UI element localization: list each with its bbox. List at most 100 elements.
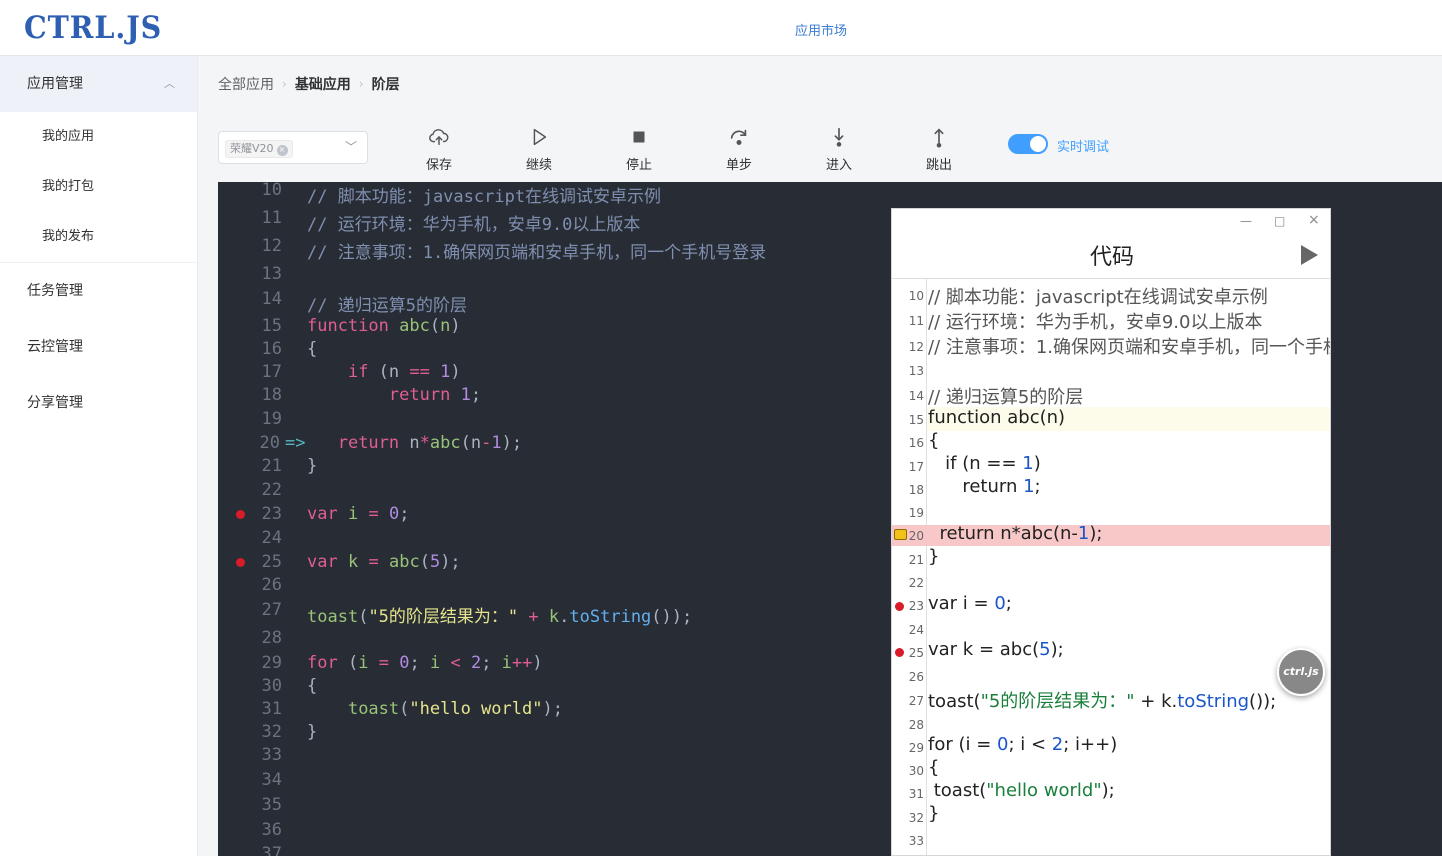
- save-button[interactable]: 保存: [414, 126, 464, 173]
- sidebar: 应用管理 ︿ 我的应用 我的打包 我的发布 任务管理 云控管理 分享管理: [0, 56, 198, 856]
- sidebar-group-app-management[interactable]: 应用管理 ︿: [0, 56, 197, 112]
- chevron-right-icon: ›: [358, 77, 364, 91]
- code-line: // 运行环境：华为手机，安卓9.0以上版本: [307, 215, 641, 235]
- code-line: toast("5的阶层结果为：" + k.toString());: [928, 691, 1277, 712]
- run-icon[interactable]: [1298, 243, 1320, 267]
- code-line: if (n == 1): [928, 453, 1041, 474]
- sidebar-group-cloud-control[interactable]: 云控管理: [0, 319, 197, 375]
- code-line: var i = 0;: [307, 504, 410, 524]
- continue-button[interactable]: 继续: [514, 126, 564, 173]
- line-number: 26: [908, 670, 924, 684]
- line-number: 18: [908, 483, 924, 497]
- close-icon[interactable]: ×: [276, 145, 288, 156]
- line-number: 19: [261, 409, 282, 429]
- code-line: }: [307, 722, 318, 742]
- line-number: 12: [908, 340, 924, 354]
- maximize-icon[interactable]: □: [1274, 214, 1285, 228]
- breadcrumb-item[interactable]: 全部应用: [218, 74, 274, 94]
- code-line: // 注意事项：1.确保网页端和安卓手机，同一个手机号登录: [928, 337, 1330, 358]
- line-number: 20: [259, 433, 280, 453]
- sidebar-item-my-releases[interactable]: 我的发布: [0, 212, 197, 262]
- code-line: // 递归运算5的阶层: [307, 296, 467, 316]
- line-number: 16: [261, 339, 282, 359]
- line-number: 18: [261, 385, 282, 405]
- minimize-icon[interactable]: —: [1240, 214, 1252, 228]
- line-number: 15: [261, 316, 282, 336]
- line-number: 17: [261, 362, 282, 382]
- code-line: return 1;: [928, 476, 1041, 497]
- line-number: 14: [261, 289, 282, 309]
- sidebar-group-share-management[interactable]: 分享管理: [0, 375, 197, 431]
- code-line: toast("hello world");: [347, 699, 563, 719]
- line-number: 22: [261, 480, 282, 500]
- device-select[interactable]: 荣耀V20 × ﹀: [218, 131, 368, 164]
- code-line: toast("5的阶层结果为：" + k.toString());: [307, 607, 693, 627]
- code-line: // 运行环境：华为手机，安卓9.0以上版本: [928, 312, 1263, 333]
- line-number: 32: [261, 722, 282, 742]
- step-out-icon: [934, 128, 944, 148]
- code-line: toast("hello world");: [928, 780, 1115, 801]
- sidebar-group-label: 应用管理: [27, 76, 83, 92]
- breadcrumb-current: 阶层: [371, 77, 400, 93]
- stop-button[interactable]: 停止: [614, 126, 664, 173]
- line-number: 25: [261, 552, 282, 572]
- top-bar: CTRL.JS 应用市场: [0, 0, 1442, 56]
- step-over-label: 单步: [725, 158, 752, 173]
- line-number: 20: [908, 529, 924, 543]
- breadcrumb-item[interactable]: 基础应用: [295, 74, 351, 94]
- line-number: 24: [908, 623, 924, 637]
- code-line: {: [928, 757, 940, 778]
- line-number: 14: [908, 389, 924, 403]
- live-debug-toggle[interactable]: [1008, 134, 1048, 154]
- device-tag: 荣耀V20 ×: [225, 140, 293, 158]
- line-number: 23: [908, 599, 924, 613]
- save-label: 保存: [425, 158, 452, 173]
- code-line: // 递归运算5的阶层: [928, 387, 1084, 408]
- line-number: 27: [261, 600, 282, 620]
- line-number: 13: [908, 364, 924, 378]
- line-number: 31: [261, 699, 282, 719]
- stop-label: 停止: [625, 158, 652, 173]
- line-number: 36: [261, 820, 282, 840]
- line-number: 28: [261, 628, 282, 648]
- app-market-link[interactable]: 应用市场: [795, 20, 847, 39]
- divider: [892, 278, 1330, 279]
- code-line: return n*abc(n-1);: [337, 433, 523, 453]
- line-number: 35: [261, 795, 282, 815]
- code-line: }: [928, 546, 940, 567]
- step-out-button[interactable]: 跳出: [914, 126, 964, 173]
- code-line: for (i = 0; i < 2; i++): [307, 653, 543, 673]
- code-line: var i = 0;: [928, 593, 1012, 614]
- stop-icon: [633, 131, 645, 143]
- step-over-button[interactable]: 单步: [714, 126, 764, 173]
- line-number: 23: [261, 504, 282, 524]
- play-icon: [533, 128, 547, 146]
- step-over-icon: [730, 129, 747, 145]
- step-out-label: 跳出: [925, 158, 952, 173]
- toggle-knob: [1030, 136, 1046, 152]
- continue-label: 继续: [525, 158, 552, 173]
- line-number: 30: [908, 764, 924, 778]
- close-icon[interactable]: ×: [1308, 212, 1320, 228]
- line-number: 13: [261, 264, 282, 284]
- step-into-button[interactable]: 进入: [814, 126, 864, 173]
- code-line: return n*abc(n-1);: [928, 523, 1103, 544]
- step-into-icon: [834, 127, 844, 147]
- line-number: 11: [908, 314, 924, 328]
- code-line: if (n == 1): [347, 362, 461, 382]
- sidebar-item-my-packages[interactable]: 我的打包: [0, 162, 197, 212]
- logo[interactable]: CTRL.JS: [24, 10, 162, 46]
- code-line: {: [307, 339, 318, 359]
- gutter-divider: [926, 279, 927, 855]
- current-line-arrow-icon: =>: [285, 433, 306, 453]
- line-number: 33: [261, 745, 282, 765]
- sidebar-group-task-management[interactable]: 任务管理: [0, 263, 197, 319]
- line-number: 25: [908, 646, 924, 660]
- code-line: for (i = 0; i < 2; i++): [928, 734, 1118, 755]
- line-number: 16: [908, 436, 924, 450]
- ctrljs-floating-button[interactable]: ctrl.js: [1277, 648, 1325, 696]
- line-number: 21: [908, 553, 924, 567]
- sidebar-item-my-apps[interactable]: 我的应用: [0, 112, 197, 162]
- popup-title: 代码: [1089, 245, 1134, 270]
- line-number: 19: [908, 506, 924, 520]
